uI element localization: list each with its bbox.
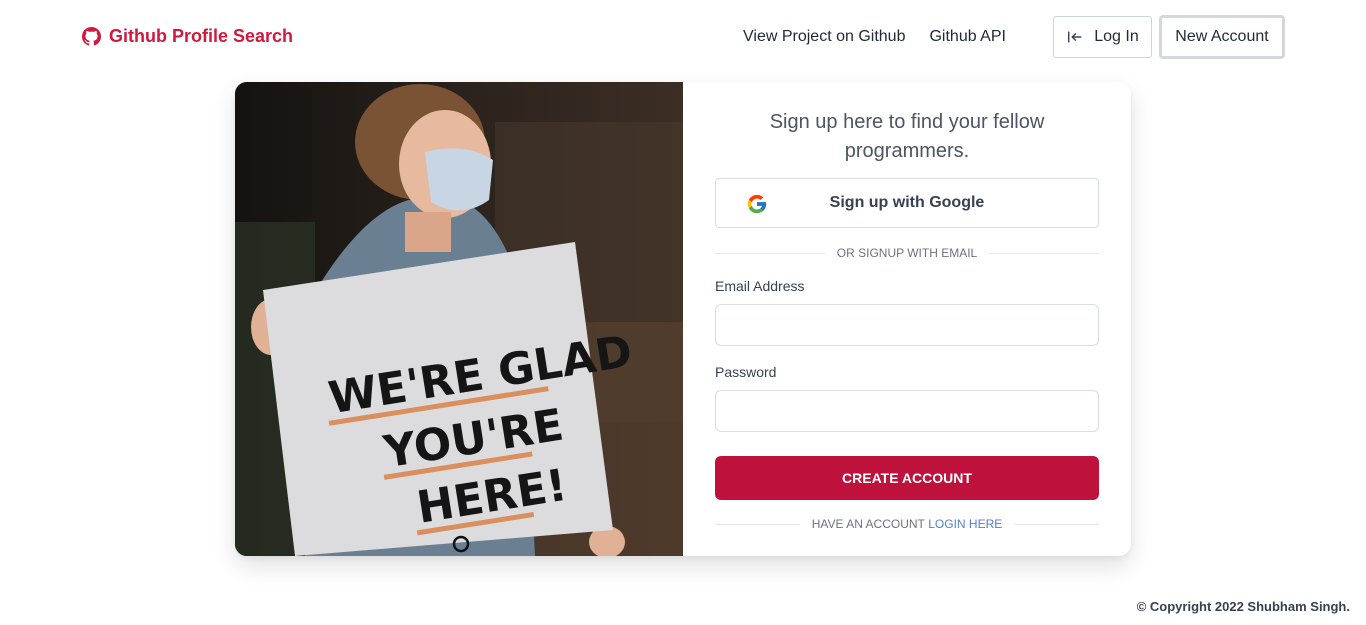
google-signup-label: Sign up with Google bbox=[829, 194, 985, 211]
signup-card: WE'RE GLAD YOU'RE HERE! Sign up here to … bbox=[235, 82, 1131, 556]
nav-link-github-api[interactable]: Github API bbox=[929, 28, 1006, 46]
create-account-button[interactable]: CREATE ACCOUNT bbox=[715, 456, 1099, 500]
login-label: Log In bbox=[1094, 28, 1139, 45]
brand[interactable]: Github Profile Search bbox=[82, 26, 293, 47]
password-label: Password bbox=[715, 364, 777, 380]
divider-line bbox=[715, 523, 800, 525]
password-field[interactable] bbox=[715, 390, 1099, 432]
brand-title: Github Profile Search bbox=[109, 26, 294, 46]
tagline: Sign up here to find your fellow program… bbox=[769, 111, 1045, 162]
email-label: Email Address bbox=[715, 278, 805, 294]
github-icon bbox=[82, 27, 101, 46]
new-account-button[interactable]: New Account bbox=[1159, 15, 1285, 59]
footer-copyright: © Copyright 2022 Shubham Singh. bbox=[1136, 599, 1350, 614]
have-account-row: HAVE AN ACCOUNT LOGIN HERE bbox=[812, 517, 1003, 531]
login-here-link[interactable]: LOGIN HERE bbox=[928, 517, 1002, 531]
divider-line bbox=[1014, 523, 1099, 525]
email-field[interactable] bbox=[715, 304, 1099, 346]
hero-photo: WE'RE GLAD YOU'RE HERE! bbox=[235, 82, 683, 556]
divider-line bbox=[715, 252, 825, 254]
nav-link-view-project[interactable]: View Project on Github bbox=[743, 28, 905, 46]
login-icon bbox=[1068, 31, 1082, 43]
create-account-label: CREATE ACCOUNT bbox=[842, 470, 972, 486]
have-account-text: HAVE AN ACCOUNT bbox=[811, 517, 925, 531]
nav-links: View Project on Github Github API bbox=[743, 28, 1006, 46]
divider-line bbox=[989, 252, 1099, 254]
new-account-label: New Account bbox=[1175, 28, 1269, 45]
login-divider: HAVE AN ACCOUNT LOGIN HERE bbox=[715, 517, 1099, 531]
hero-illustration: WE'RE GLAD YOU'RE HERE! bbox=[235, 82, 683, 556]
google-icon bbox=[747, 194, 767, 214]
google-signup-button[interactable]: Sign up with Google bbox=[715, 178, 1099, 228]
navbar: Github Profile Search View Project on Gi… bbox=[0, 0, 1366, 76]
signup-form: Sign up here to find your fellow program… bbox=[715, 82, 1099, 556]
divider-label: OR SIGNUP WITH EMAIL bbox=[836, 246, 978, 260]
login-button[interactable]: Log In bbox=[1053, 16, 1152, 58]
email-divider: OR SIGNUP WITH EMAIL bbox=[715, 246, 1099, 260]
